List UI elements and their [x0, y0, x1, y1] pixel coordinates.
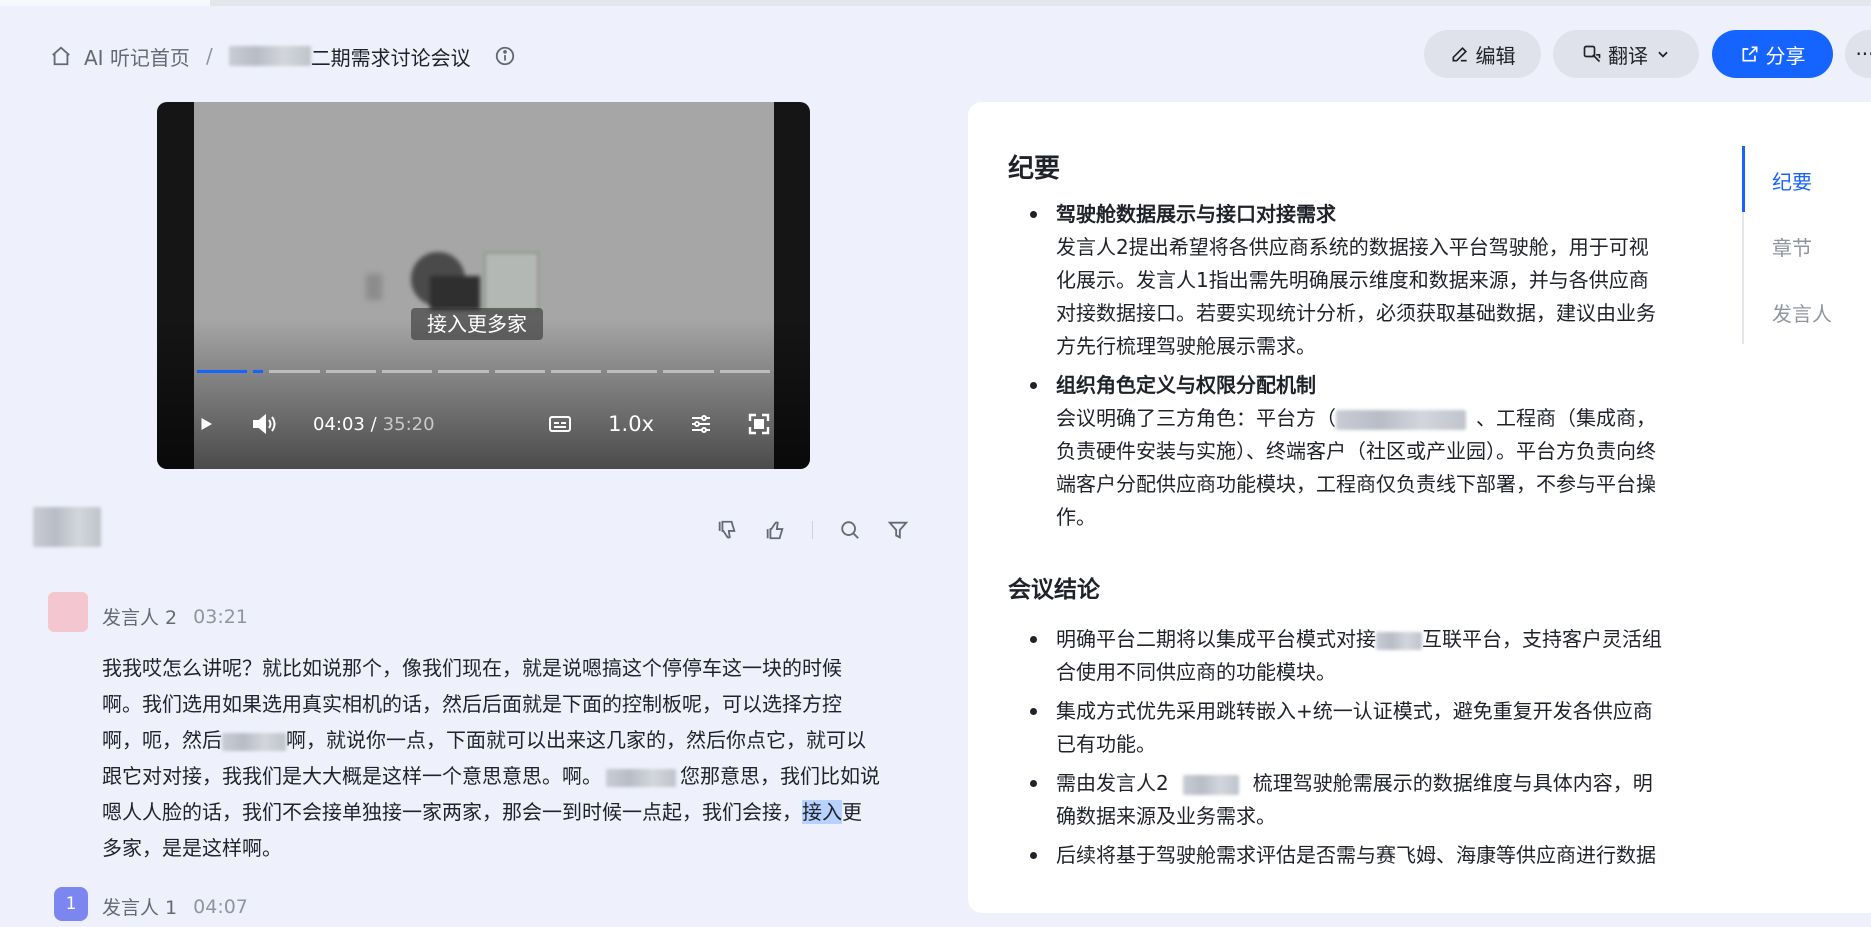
redacted-text: [1376, 631, 1422, 650]
filter-icon[interactable]: [887, 519, 909, 541]
summary-heading: 纪要: [1008, 154, 1061, 184]
toc-item-summary[interactable]: 纪要: [1772, 166, 1812, 195]
translate-button[interactable]: 翻译: [1553, 30, 1699, 78]
summary-item: 组织角色定义与权限分配机制 会议明确了三方角色：平台方（ 、工程商（集成商，负责硬…: [1008, 369, 1668, 534]
transcript-toolbar: [716, 516, 909, 544]
volume-icon[interactable]: [251, 413, 277, 435]
page-title: 二期需求讨论会议: [228, 42, 471, 71]
thumbs-up-icon[interactable]: [764, 519, 786, 541]
conclusion-item: 后续将基于驾驶舱需求评估是否需与赛飞姆、海康等供应商进行数据: [1008, 839, 1668, 872]
play-icon[interactable]: [197, 415, 215, 433]
speaker-avatar: [48, 592, 88, 632]
translate-icon: [1583, 45, 1601, 63]
subtitles-icon[interactable]: [548, 414, 572, 434]
video-player[interactable]: 接入更多家 04:03 / 35:20 1.0x: [157, 102, 810, 469]
info-icon[interactable]: [493, 44, 517, 68]
speaker-name[interactable]: 发言人 1: [102, 893, 177, 920]
video-current-time: 04:03 /: [313, 413, 377, 435]
conclusion-item: 明确平台二期将以集成平台模式对接 互联平台，支持客户灵活组合使用不同供应商的功能模…: [1008, 623, 1668, 689]
summary-item-body: 发言人2提出希望将各供应商系统的数据接入平台驾驶舱，用于可视化展示。发言人1指出…: [1056, 235, 1656, 358]
toc-item-chapters[interactable]: 章节: [1772, 232, 1812, 261]
search-icon[interactable]: [839, 519, 861, 541]
redacted-text: [222, 732, 286, 751]
summary-item-title: 组织角色定义与权限分配机制: [1056, 373, 1316, 397]
breadcrumb: AI 听记首页 / 二期需求讨论会议: [48, 40, 517, 72]
speaker-name[interactable]: 发言人 2: [102, 603, 177, 630]
breadcrumb-separator: /: [205, 44, 213, 68]
more-label: ···: [1855, 42, 1871, 66]
redacted-text: [228, 46, 311, 66]
share-label: 分享: [1765, 43, 1806, 68]
playback-speed-button[interactable]: 1.0x: [608, 412, 654, 436]
video-subtitle: 接入更多家: [411, 308, 543, 340]
utterance-text[interactable]: 我我哎怎么讲呢？就比如说那个，像我们现在，就是说嗯搞这个停停车这一块的时候 啊。…: [102, 650, 907, 866]
summary-item-title: 驾驶舱数据展示与接口对接需求: [1056, 202, 1336, 226]
home-icon[interactable]: [48, 43, 74, 69]
settings-sliders-icon[interactable]: [690, 413, 712, 435]
utterance-time[interactable]: 04:07: [193, 896, 248, 918]
translate-label: 翻译: [1608, 43, 1648, 68]
redacted-text: [1182, 774, 1239, 795]
conclusion-list: 明确平台二期将以集成平台模式对接 互联平台，支持客户灵活组合使用不同供应商的功能模…: [1008, 623, 1668, 872]
page-title-text: 二期需求讨论会议: [310, 45, 471, 70]
summary-item-body: 会议明确了三方角色：平台方（ 、工程商（集成商，负责硬件安装与实施）、终端客户（社…: [1056, 406, 1656, 529]
utterance-header: 发言人 2 03:21: [102, 603, 248, 630]
speaker-avatar: 1: [54, 887, 88, 921]
redacted-avatar: [33, 507, 101, 547]
conclusion-item: 需由发言人2 梳理驾驶舱需展示的数据维度与具体内容，明确数据来源及业务需求。: [1008, 767, 1668, 833]
share-button[interactable]: 分享: [1712, 30, 1833, 78]
conclusion-heading: 会议结论: [1008, 577, 1100, 603]
conclusion-item: 集成方式优先采用跳转嵌入+统一认证模式，避免重复开发各供应商已有功能。: [1008, 695, 1668, 761]
toc-active-indicator: [1742, 146, 1745, 212]
thumbs-down-icon[interactable]: [716, 519, 738, 541]
pencil-icon: [1452, 46, 1467, 62]
summary-item: 驾驶舱数据展示与接口对接需求 发言人2提出希望将各供应商系统的数据接入平台驾驶舱…: [1008, 198, 1668, 363]
video-controls: 04:03 / 35:20 1.0x: [197, 406, 770, 442]
video-total-time: 35:20: [382, 413, 435, 435]
fullscreen-icon[interactable]: [748, 413, 770, 435]
highlighted-word: 接入: [802, 800, 842, 824]
utterance-header: 发言人 1 04:07: [102, 893, 248, 920]
video-progress-bar[interactable]: [197, 370, 771, 374]
top-progress-line: [0, 0, 1871, 6]
share-icon: [1742, 46, 1757, 62]
summary-panel: 纪要 驾驶舱数据展示与接口对接需求 发言人2提出希望将各供应商系统的数据接入平台…: [968, 102, 1871, 913]
redacted-text: [606, 768, 676, 787]
edit-label: 编辑: [1475, 43, 1516, 68]
utterance-time[interactable]: 03:21: [193, 606, 248, 628]
summary-list: 驾驶舱数据展示与接口对接需求 发言人2提出希望将各供应商系统的数据接入平台驾驶舱…: [1008, 198, 1668, 534]
breadcrumb-home-link[interactable]: AI 听记首页: [84, 42, 190, 71]
toc-item-speakers[interactable]: 发言人: [1772, 298, 1832, 327]
more-button[interactable]: ···: [1845, 30, 1871, 78]
redacted-text: [1336, 409, 1466, 430]
edit-button[interactable]: 编辑: [1424, 30, 1541, 78]
chevron-down-icon: [1658, 51, 1668, 58]
